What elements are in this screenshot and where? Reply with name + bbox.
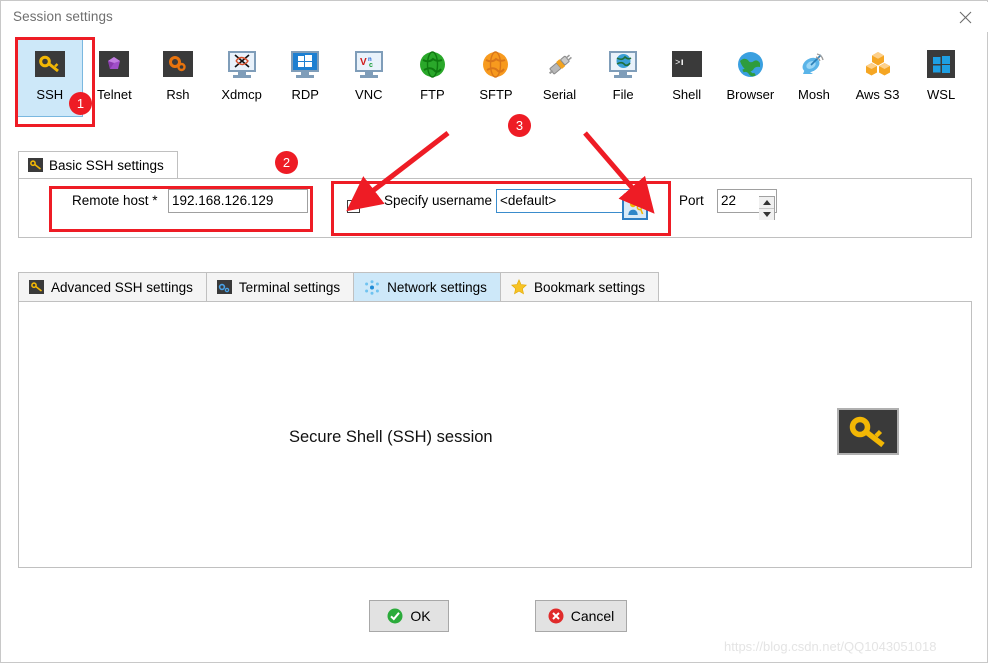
protocol-label: RDP (291, 87, 319, 102)
satellite-dish-icon (798, 48, 830, 80)
earth-icon (734, 48, 766, 80)
tab-label: Basic SSH settings (49, 157, 164, 173)
cancel-button[interactable]: Cancel (535, 600, 627, 632)
gears-icon (162, 48, 194, 80)
ok-button[interactable]: OK (369, 600, 449, 632)
title-bar: Session settings (2, 2, 988, 32)
protocol-label: Rsh (166, 87, 190, 102)
protocol-label: WSL (927, 87, 956, 102)
user-key-icon (627, 201, 643, 215)
orange-globe-icon (480, 48, 512, 80)
protocol-label: Xdmcp (221, 87, 262, 102)
username-picker-button[interactable] (622, 196, 648, 220)
windows-monitor-icon (289, 48, 321, 80)
protocol-item-rdp[interactable]: RDP (273, 39, 337, 115)
ok-label: OK (410, 608, 431, 624)
green-globe-icon (416, 48, 448, 80)
port-spinner-up[interactable] (759, 197, 774, 209)
svg-text:V: V (360, 57, 367, 68)
checkmark-icon: ✓ (349, 198, 360, 213)
blue-globe-monitor-icon (607, 48, 639, 80)
session-settings-dialog: Session settings SSH Telnet Rsh Xdmcp RD… (0, 0, 988, 663)
tab-network-settings[interactable]: Network settings (353, 272, 501, 301)
protocol-item-sftp[interactable]: SFTP (464, 39, 528, 115)
key-icon (34, 48, 66, 80)
protocol-label: Shell (672, 87, 702, 102)
protocol-label: Browser (726, 87, 775, 102)
terminal-icon: > (671, 48, 703, 80)
protocol-item-aws-s3[interactable]: Aws S3 (846, 39, 910, 115)
protocol-item-file[interactable]: File (591, 39, 655, 115)
basic-settings-tabstrip: Basic SSH settings (18, 151, 178, 178)
protocol-toolbar: SSH Telnet Rsh Xdmcp RDP V n c VNC FTP S… (17, 39, 973, 121)
plug-icon (544, 48, 576, 80)
cancel-label: Cancel (570, 608, 615, 624)
close-button[interactable] (942, 2, 988, 32)
gem-icon (98, 48, 130, 80)
protocol-label: File (612, 87, 634, 102)
tab-label: Network settings (387, 279, 487, 295)
protocol-item-rsh[interactable]: Rsh (146, 39, 210, 115)
session-type-caption: Secure Shell (SSH) session (289, 428, 493, 446)
protocol-label: SSH (36, 87, 64, 102)
tab-label: Terminal settings (238, 279, 341, 295)
port-spinner[interactable] (759, 196, 775, 220)
protocol-label: FTP (420, 87, 445, 102)
remote-host-input[interactable]: 192.168.126.129 (168, 189, 308, 213)
protocol-label: SFTP (479, 87, 513, 102)
protocol-item-wsl[interactable]: WSL (909, 39, 973, 115)
protocol-item-serial[interactable]: Serial (528, 39, 592, 115)
annotation-badge-3: 3 (508, 114, 531, 137)
specify-username-checkbox[interactable]: ✓ (347, 198, 360, 213)
tab-advanced-ssh-settings[interactable]: Advanced SSH settings (18, 272, 207, 301)
protocol-item-telnet[interactable]: Telnet (83, 39, 147, 115)
x-circle-icon (548, 608, 564, 624)
protocol-item-xdmcp[interactable]: Xdmcp (210, 39, 274, 115)
port-spinner-down[interactable] (759, 209, 774, 220)
aws-cubes-icon (862, 48, 894, 80)
protocol-item-vnc[interactable]: V n c VNC (337, 39, 401, 115)
tab-label: Advanced SSH settings (51, 279, 193, 295)
vnc-monitor-icon: V n c (353, 48, 385, 80)
protocol-item-ftp[interactable]: FTP (401, 39, 465, 115)
settings-tabstrip: Advanced SSH settings Terminal settings (18, 272, 659, 301)
x-monitor-icon (226, 48, 258, 80)
protocol-label: VNC (355, 87, 383, 102)
protocol-label: Telnet (97, 87, 132, 102)
key-icon (29, 280, 44, 294)
basic-settings-panel: Remote host * 192.168.126.129 Specify us… (18, 178, 972, 238)
annotation-badge-2: 2 (275, 151, 298, 174)
tab-terminal-settings[interactable]: Terminal settings (205, 272, 355, 301)
protocol-label: Serial (542, 87, 577, 102)
specify-username-label: Specify username (384, 193, 493, 208)
close-icon (959, 11, 971, 23)
network-settings-panel: Secure Shell (SSH) session (18, 301, 972, 568)
tab-basic-ssh-settings[interactable]: Basic SSH settings (18, 151, 178, 178)
svg-text:c: c (369, 62, 373, 69)
protocol-item-shell[interactable]: > Shell (655, 39, 719, 115)
terminal-blue-icon (216, 280, 232, 294)
protocol-item-browser[interactable]: Browser (719, 39, 783, 115)
protocol-item-mosh[interactable]: Mosh (782, 39, 846, 115)
network-dots-icon (364, 279, 380, 295)
port-label: Port (679, 193, 704, 208)
key-icon (28, 158, 43, 172)
username-input[interactable]: <default> (496, 189, 633, 213)
protocol-label: Mosh (798, 87, 830, 102)
remote-host-label: Remote host * (72, 193, 158, 208)
tab-label: Bookmark settings (533, 279, 645, 295)
check-circle-icon (387, 608, 403, 624)
annotation-badge-1: 1 (69, 92, 92, 115)
windows-icon (925, 48, 957, 80)
tab-bookmark-settings[interactable]: Bookmark settings (499, 272, 659, 301)
key-icon (837, 408, 899, 455)
chevron-up-icon (762, 200, 771, 205)
chevron-down-icon (762, 212, 771, 217)
svg-text:>: > (675, 58, 680, 68)
watermark-text: https://blog.csdn.net/QQ1043051018 (724, 639, 937, 654)
protocol-label: Aws S3 (855, 87, 900, 102)
window-title: Session settings (13, 9, 113, 24)
star-icon (510, 279, 527, 295)
